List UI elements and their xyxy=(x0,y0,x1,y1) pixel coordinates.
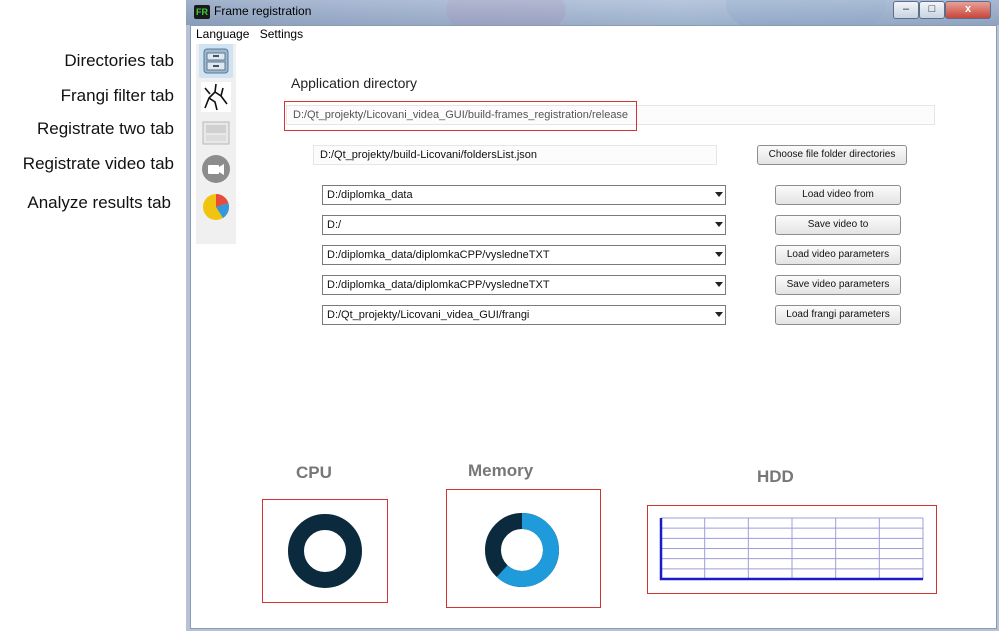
chevron-down-icon xyxy=(715,282,723,287)
load-frangi-parameters-button[interactable]: Load frangi parameters xyxy=(775,305,901,325)
chevron-down-icon xyxy=(715,252,723,257)
combo-value: D:/diplomka_data/diplomkaCPP/vysledneTXT xyxy=(327,279,550,291)
load-video-parameters-combo[interactable]: D:/diplomka_data/diplomkaCPP/vysledneTXT xyxy=(322,245,726,265)
video-camera-icon xyxy=(202,155,230,183)
save-video-to-button[interactable]: Save video to xyxy=(775,215,901,235)
cpu-usage-ring xyxy=(288,514,362,588)
save-video-parameters-combo[interactable]: D:/diplomka_data/diplomkaCPP/vysledneTXT xyxy=(322,275,726,295)
window-title: Frame registration xyxy=(214,4,312,18)
window-client-area: Language Settings Application directory … xyxy=(190,25,997,629)
tab-registrate-video[interactable] xyxy=(199,152,233,186)
chevron-down-icon xyxy=(715,312,723,317)
pie-chart-icon xyxy=(203,193,230,220)
maximize-button[interactable]: □ xyxy=(919,1,945,19)
app-directory-highlight xyxy=(284,101,637,131)
hdd-grid-chart xyxy=(659,517,924,581)
file-cabinet-icon xyxy=(203,48,229,74)
vertical-tab-bar xyxy=(196,44,236,244)
save-video-to-combo[interactable]: D:/ xyxy=(322,215,726,235)
tab-frangi-filter[interactable] xyxy=(199,80,233,114)
app-icon: FR xyxy=(194,5,210,19)
annotation-analyze-tab: Analyze results tab xyxy=(27,193,171,212)
folders-list-path-text: D:/Qt_projekty/build-Licovani/foldersLis… xyxy=(320,149,538,161)
hdd-gauge-title: HDD xyxy=(757,467,794,486)
annotation-directories-tab: Directories tab xyxy=(64,51,174,70)
chevron-down-icon xyxy=(715,222,723,227)
memory-gauge-title: Memory xyxy=(468,461,534,480)
hdd-gauge xyxy=(647,505,937,594)
annotation-registrate-video-tab: Registrate video tab xyxy=(22,154,174,173)
vessel-filter-icon xyxy=(201,82,231,112)
cpu-donut xyxy=(288,514,362,588)
folders-list-path: D:/Qt_projekty/build-Licovani/foldersLis… xyxy=(313,145,717,165)
cpu-gauge-title: CPU xyxy=(296,463,332,482)
combo-value: D:/diplomka_data/diplomkaCPP/vysledneTXT xyxy=(327,249,550,261)
app-directory-label: Application directory xyxy=(291,75,418,91)
title-bar[interactable]: FR Frame registration – □ x xyxy=(186,0,999,25)
close-button[interactable]: x xyxy=(945,1,991,19)
combo-value: D:/diplomka_data xyxy=(327,189,413,201)
tab-analyze-results[interactable] xyxy=(199,190,233,224)
app-window: FR Frame registration – □ x Language Set… xyxy=(186,0,999,631)
combo-value: D:/ xyxy=(327,219,342,231)
maximize-icon: □ xyxy=(928,3,936,15)
annotation-panel: Directories tab Frangi filter tab Regist… xyxy=(0,0,186,631)
minimize-icon: – xyxy=(902,3,910,15)
tab-directories[interactable] xyxy=(199,44,233,78)
image-stack-icon xyxy=(202,121,230,145)
menu-language[interactable]: Language xyxy=(196,27,249,41)
close-icon: x xyxy=(964,3,972,15)
annotation-registrate-two-tab: Registrate two tab xyxy=(36,119,174,138)
load-frangi-parameters-combo[interactable]: D:/Qt_projekty/Licovani_videa_GUI/frangi xyxy=(322,305,726,325)
memory-donut xyxy=(485,513,559,587)
load-video-from-combo[interactable]: D:/diplomka_data xyxy=(322,185,726,205)
load-video-from-button[interactable]: Load video from xyxy=(775,185,901,205)
menu-settings[interactable]: Settings xyxy=(260,27,303,41)
choose-folder-directories-button[interactable]: Choose file folder directories xyxy=(757,145,907,165)
combo-value: D:/Qt_projekty/Licovani_videa_GUI/frangi xyxy=(327,309,530,321)
chevron-down-icon xyxy=(715,192,723,197)
tab-registrate-two[interactable] xyxy=(199,116,233,150)
minimize-button[interactable]: – xyxy=(893,1,919,19)
memory-gauge xyxy=(446,489,601,608)
load-video-parameters-button[interactable]: Load video parameters xyxy=(775,245,901,265)
save-video-parameters-button[interactable]: Save video parameters xyxy=(775,275,901,295)
menu-bar: Language Settings xyxy=(196,27,310,45)
cpu-gauge xyxy=(262,499,388,603)
annotation-frangi-tab: Frangi filter tab xyxy=(60,86,174,105)
